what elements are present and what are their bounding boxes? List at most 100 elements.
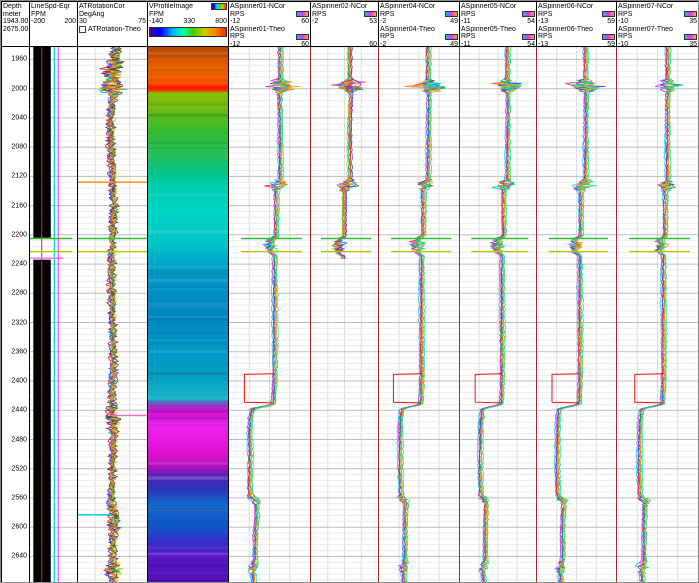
image-texture-streak [148, 193, 228, 196]
curve-scale-min: -12 [230, 18, 241, 25]
colorbar-strip [149, 26, 227, 37]
image-texture-streak [148, 272, 228, 276]
depth-tick-label: 2520 [11, 465, 27, 473]
curve-scale-max: 54 [527, 18, 535, 25]
image-unit: FPM [149, 10, 164, 18]
depth-tick-label: 2240 [11, 260, 27, 268]
track-header-linespd[interactable]: LineSpd-Eqr FPM -200 200 [30, 1, 78, 47]
curve-title[interactable]: ATRotationCor [79, 3, 146, 11]
curve-swatch-icon [445, 33, 458, 40]
curve-scale-max: 200 [64, 18, 76, 25]
track-header-sp02[interactable]: ASpinner02-NCor RPS -2 53 60 [311, 1, 379, 47]
depth-tick-label: 1960 [11, 55, 27, 63]
track-canvas-vprofile [148, 47, 228, 582]
curve-swatch-icon [522, 33, 535, 40]
track-header-vprofile[interactable]: VProfileImage FPM -140 330 800 [148, 1, 229, 47]
curve-swatch-icon [364, 11, 377, 18]
curve-title[interactable] [312, 26, 377, 34]
curve-unit: RPS [380, 33, 395, 40]
track-header-sp04[interactable]: ASpinner04-NCor RPS -2 49 ASpinner04-Theo RPS… [379, 1, 460, 47]
image-texture-streak [148, 306, 228, 309]
curve-unit-row: RPS [380, 33, 458, 41]
grid [617, 47, 698, 582]
track-canvas-sp01 [229, 47, 310, 582]
image-texture-streak [148, 410, 228, 414]
track-header-atrotation[interactable]: ATRotationCor DegAng 30 75 ATRotation-Theo [78, 1, 148, 47]
track-canvas-linespd [30, 47, 77, 582]
curve-title[interactable]: ASpinner04-NCor [380, 3, 458, 11]
depth-tick-label: 2440 [11, 406, 27, 414]
image-texture-streak [148, 230, 228, 232]
curve-scale-min: -2 [380, 18, 387, 25]
curve-scale-max: 75 [138, 18, 146, 25]
curve-unit-row: RPS [538, 33, 615, 41]
curve-title[interactable]: LineSpd-Eqr [31, 3, 76, 11]
curve-title[interactable]: ASpinner01-Theo [230, 26, 309, 34]
curve-title[interactable]: ASpinner07-Theo [618, 26, 697, 34]
curve-unit-row: RPS [538, 11, 615, 19]
curve-swatch-icon [602, 33, 615, 40]
curve-unit: RPS [312, 10, 327, 18]
track-sp07: ASpinner07-NCor RPS -10 35 ASpinner07-Theo RP… [617, 1, 698, 582]
track-body-linespd [30, 47, 78, 582]
track-body-sp01 [229, 47, 311, 582]
image-texture-streak [148, 552, 228, 556]
curve-scale-max: 53 [369, 18, 377, 25]
image-texture-streak [148, 147, 228, 149]
image-texture-streak [148, 265, 228, 269]
curve-unit: RPS [380, 10, 395, 18]
image-texture-streak [148, 563, 228, 567]
curve-title[interactable]: ASpinner01-NCor [230, 3, 309, 11]
track-body-sp02 [311, 47, 379, 582]
grid [460, 47, 536, 582]
curve-swatch-icon [602, 11, 615, 18]
curve-unit-row: RPS [230, 33, 309, 41]
track-sp05: ASpinner05-NCor RPS -11 54 ASpinner05-Theo RP… [460, 1, 537, 582]
track-header-sp06[interactable]: ASpinner06-NCor RPS -13 59 ASpinner06-Theo RP… [537, 1, 617, 47]
grid [311, 47, 378, 582]
track-body-sp07 [617, 47, 698, 582]
curve-swatch-icon [522, 11, 535, 18]
curve-title[interactable]: ASpinner06-Theo [538, 26, 615, 34]
curve-title[interactable]: ASpinner02-NCor [312, 3, 377, 11]
track-atrotation: ATRotationCor DegAng 30 75 ATRotation-Theo [78, 1, 148, 582]
curve-scale: -2 49 [380, 18, 458, 26]
depth-tick-label: 2120 [11, 172, 27, 180]
track-sp06: ASpinner06-NCor RPS -13 59 ASpinner06-Theo RP… [537, 1, 617, 582]
curve-title[interactable]: ASpinner05-Theo [461, 26, 535, 34]
theo-row[interactable]: ATRotation-Theo [79, 26, 146, 34]
curve-swatch-icon [684, 11, 697, 18]
track-canvas-sp07 [617, 47, 698, 582]
track-header-sp01[interactable]: ASpinner01-NCor RPS -12 60 ASpinner01-Theo RP… [229, 1, 311, 47]
scale-min: -140 [149, 18, 164, 25]
track-header-sp05[interactable]: ASpinner05-NCor RPS -11 54 ASpinner05-Theo RP… [460, 1, 537, 47]
image-texture-streak [148, 394, 228, 396]
image-texture-streak [148, 400, 228, 403]
curve-title[interactable]: ASpinner07-NCor [618, 3, 697, 11]
curve-title[interactable]: ASpinner04-Theo [380, 26, 458, 34]
curve-unit: RPS [538, 33, 553, 40]
log-curve [395, 47, 441, 582]
curve-scale-max: 59 [607, 18, 615, 25]
curve-scale: -13 59 [538, 18, 615, 26]
curve-unit: RPS [230, 33, 245, 40]
image-texture-streak [148, 572, 228, 574]
curve-scale: -12 60 [230, 18, 309, 26]
track-header-sp07[interactable]: ASpinner07-NCor RPS -10 35 ASpinner07-Theo RP… [617, 1, 698, 47]
track-canvas-sp06 [537, 47, 616, 582]
image-title: VProfileImage [149, 3, 193, 10]
track-body-sp06 [537, 47, 617, 582]
theo-label: ATRotation-Theo [88, 25, 141, 33]
curve-unit: FPM [31, 10, 46, 18]
curve-scale: -200 200 [31, 18, 76, 26]
curve-unit: RPS [618, 10, 633, 18]
curve-title[interactable]: ASpinner06-NCor [538, 3, 615, 11]
track-sp04: ASpinner04-NCor RPS -2 49 ASpinner04-Theo RPS… [379, 1, 460, 582]
track-header-depth[interactable]: Depth meter 1943.00 2675.00 [1, 1, 30, 47]
image-texture-streak [148, 302, 228, 307]
log-curve [553, 47, 593, 582]
depth-tick-label: 2200 [11, 231, 27, 239]
image-texture-streak [148, 72, 228, 76]
curve-title[interactable]: ASpinner05-NCor [461, 3, 535, 11]
image-texture-streak [148, 422, 228, 425]
